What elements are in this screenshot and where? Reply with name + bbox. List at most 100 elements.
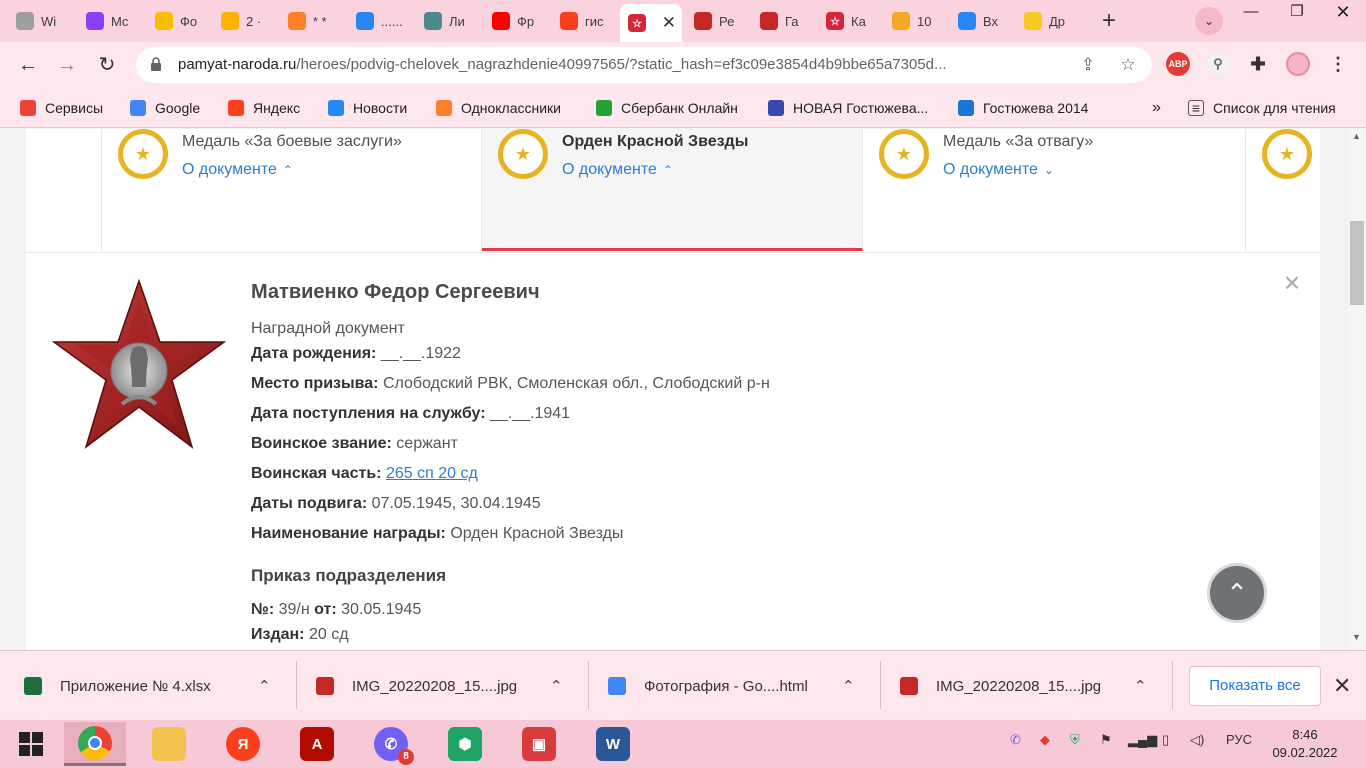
browser-tab[interactable]: Др [1016, 4, 1078, 38]
show-all-downloads-button[interactable]: Показать все [1189, 666, 1321, 706]
scroll-to-top-button[interactable]: ⌃ [1207, 563, 1267, 623]
download-item[interactable]: Приложение № 4.xlsx ⌃ [24, 663, 284, 709]
about-document-label: О документе [182, 161, 277, 178]
reading-list-button[interactable]: ≡ Список для чтения [1188, 98, 1336, 118]
browser-tab[interactable]: Фр [484, 4, 546, 38]
bookmark-item[interactable]: Google [130, 98, 200, 118]
download-item[interactable]: IMG_20220208_15....jpg ⌃ [316, 663, 576, 709]
bookmark-star-icon[interactable]: ☆ [1116, 53, 1140, 77]
about-document-link[interactable]: О документе ⌄ [943, 161, 1054, 179]
browser-tab[interactable]: 2 · [213, 4, 275, 38]
browser-tab[interactable]: ☆ Ка [818, 4, 880, 38]
window-close-button[interactable]: ✕ [1320, 0, 1366, 26]
vk-icon [958, 12, 976, 30]
back-button[interactable]: ← [13, 50, 43, 80]
bookmark-label: НОВАЯ Гостюжева... [793, 100, 929, 116]
page-scrollbar[interactable]: ▲ ▼ [1348, 129, 1366, 650]
browser-tab[interactable]: гис [552, 4, 614, 38]
search-extension-icon[interactable]: ⚲ [1206, 52, 1230, 76]
forward-button[interactable]: → [52, 50, 82, 80]
bookmark-item[interactable]: Сервисы [20, 98, 103, 118]
browser-tab[interactable]: Ре [686, 4, 748, 38]
yandex-icon [228, 100, 244, 116]
taskbar-viber[interactable]: ✆ 8 [360, 722, 422, 766]
bookmark-item[interactable]: Сбербанк Онлайн [596, 98, 738, 118]
browser-tab[interactable]: Ли [416, 4, 478, 38]
address-bar[interactable]: pamyat-naroda.ru/heroes/podvig-chelovek_… [136, 47, 1152, 83]
profile-avatar[interactable] [1286, 52, 1310, 76]
reload-button[interactable]: ↻ [92, 50, 122, 80]
taskbar-word[interactable]: W [582, 722, 644, 766]
tray-network-icon[interactable]: ▂▄▆ [1128, 732, 1157, 756]
bookmark-item[interactable]: Одноклассники [436, 98, 561, 118]
scroll-up-arrow-icon[interactable]: ▲ [1352, 131, 1361, 141]
new-tab-button[interactable]: + [1094, 8, 1124, 36]
award-name: Орден Красной Звезды [562, 133, 749, 150]
bookmark-item[interactable]: Новости [328, 98, 407, 118]
tray-clock[interactable]: 8:46 09.02.2022 [1270, 726, 1340, 762]
tab-title: 10 [917, 13, 932, 29]
about-document-link[interactable]: О документе ⌃ [182, 161, 293, 179]
award-tab[interactable]: ★ Орден Красной Звезды О документе ⌃ [482, 129, 863, 251]
download-item[interactable]: Фотография - Go....html ⌃ [608, 663, 868, 709]
browser-tab[interactable]: ...... [348, 4, 410, 38]
taskbar-yandex[interactable]: Я [212, 722, 274, 766]
maximize-button[interactable]: ❐ [1274, 0, 1320, 26]
taskbar-acrobat[interactable]: A [286, 722, 348, 766]
tray-battery-icon[interactable]: ▯ [1162, 732, 1169, 756]
tray-viber-icon[interactable]: ✆ [1010, 732, 1021, 756]
browser-tab[interactable]: Wi [8, 4, 72, 38]
tray-shield-icon[interactable]: ⛨ [1070, 732, 1080, 756]
bookmark-item[interactable]: Гостюжева 2014 [958, 98, 1088, 118]
browser-tab[interactable]: Вх [950, 4, 1012, 38]
tab-title: гис [585, 13, 604, 29]
yandex-icon [560, 12, 578, 30]
military-unit-link[interactable]: 265 сп 20 сд [386, 465, 478, 482]
start-button[interactable] [0, 722, 62, 766]
url-text[interactable]: pamyat-naroda.ru/heroes/podvig-chelovek_… [178, 56, 1068, 73]
lock-icon[interactable] [150, 57, 162, 71]
about-document-link[interactable]: О документе ⌃ [562, 161, 673, 179]
close-icon[interactable]: × [1280, 269, 1304, 297]
tray-anydesk-icon[interactable]: ◆ [1040, 732, 1050, 756]
tray-volume-icon[interactable]: ◁) [1190, 732, 1204, 756]
tab-title: Mc [111, 13, 129, 29]
taskbar-file-explorer[interactable] [138, 722, 200, 766]
tray-language[interactable]: РУС [1226, 732, 1252, 756]
chevron-up-icon[interactable]: ⌃ [1134, 677, 1147, 695]
scrollbar-thumb[interactable] [1350, 221, 1364, 305]
browser-tab[interactable]: Га [752, 4, 814, 38]
minimize-button[interactable]: — [1228, 0, 1274, 26]
browser-tab[interactable]: Mc [78, 4, 142, 38]
scroll-down-arrow-icon[interactable]: ▼ [1352, 632, 1361, 642]
tab-search-button[interactable]: ⌄ [1195, 7, 1223, 35]
browser-tab[interactable]: ☆ ✕ [620, 4, 682, 42]
share-icon[interactable]: ⇪ [1076, 53, 1100, 77]
chevron-up-icon[interactable]: ⌃ [258, 677, 271, 695]
extensions-puzzle-icon[interactable]: ✚ [1246, 52, 1270, 76]
taskbar-chrome[interactable] [64, 722, 126, 766]
taskbar-image-viewer[interactable]: ▣ [508, 722, 570, 766]
taskbar-secure-app[interactable]: ⬢ [434, 722, 496, 766]
menu-kebab-icon[interactable]: ⋮ [1326, 52, 1350, 76]
tab-close-icon[interactable]: ✕ [662, 13, 676, 33]
browser-tab[interactable]: Фо [147, 4, 209, 38]
downloads-close-icon[interactable]: ✕ [1333, 673, 1351, 699]
download-item[interactable]: IMG_20220208_15....jpg ⌃ [900, 663, 1160, 709]
browser-tab[interactable]: * * [280, 4, 342, 38]
browser-tab[interactable]: 10 [884, 4, 946, 38]
bookmarks-more-button[interactable]: » [1152, 98, 1161, 118]
bookmark-item[interactable]: НОВАЯ Гостюжева... [768, 98, 928, 118]
chevron-up-icon[interactable]: ⌃ [842, 677, 855, 695]
bookmark-item[interactable]: Яндекс [228, 98, 300, 118]
adblock-plus-icon[interactable]: ABP [1166, 52, 1190, 76]
award-tab[interactable]: ★ Медаль «За боевые заслуги» О документе ⌃ [101, 129, 482, 251]
info-label: Дата поступления на службу: [251, 405, 486, 422]
downloads-bar: Приложение № 4.xlsx ⌃ IMG_20220208_15....j… [0, 650, 1366, 720]
tray-flag-icon[interactable]: ⚑ [1100, 732, 1112, 756]
chevron-up-icon[interactable]: ⌃ [550, 677, 563, 695]
award-name: Медаль «За отвагу» [943, 133, 1094, 150]
award-tab[interactable]: ★ Медаль «За отвагу» О документе ⌄ [863, 129, 1246, 251]
award-tab-4[interactable]: ★ [1246, 129, 1326, 251]
info-row: Дата рождения: __.__.1922 [251, 345, 461, 363]
